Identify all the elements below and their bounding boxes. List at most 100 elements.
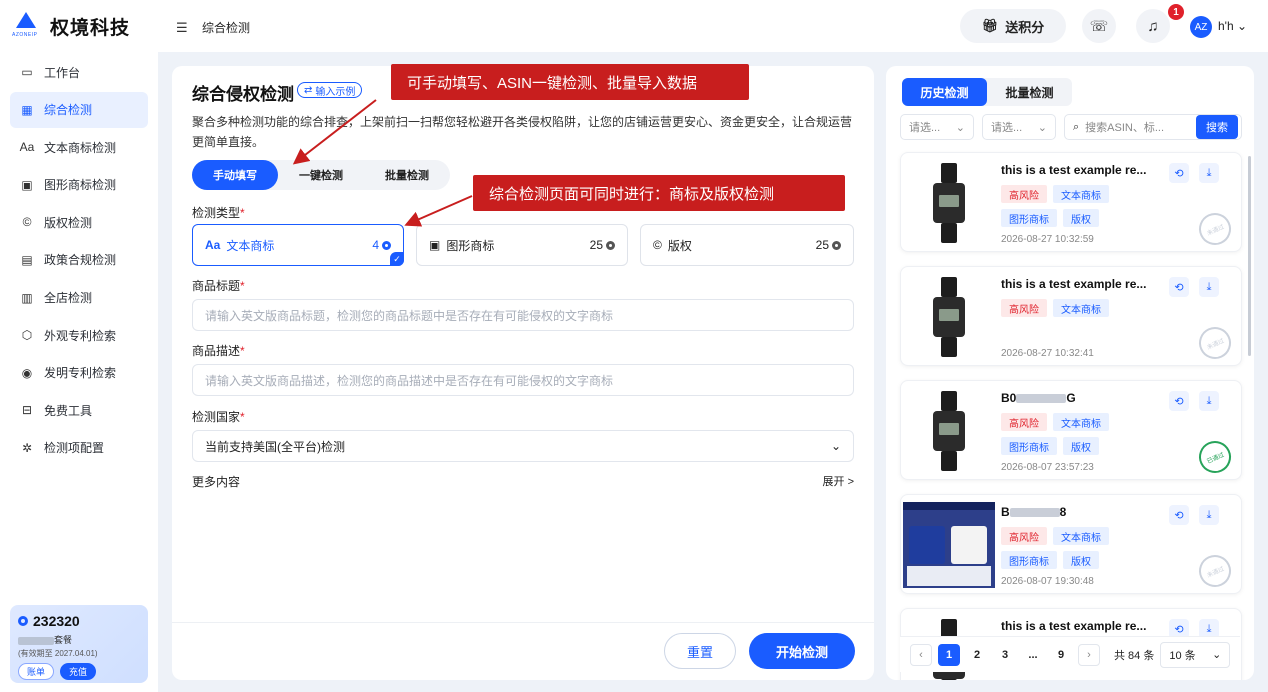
- page-title: 综合检测: [202, 21, 251, 35]
- page-ellipsis[interactable]: ...: [1022, 644, 1044, 666]
- tab-one-click[interactable]: 一键检测: [278, 160, 364, 190]
- type-tag: 文本商标: [1053, 299, 1109, 317]
- brand-name: 权境科技: [50, 17, 131, 39]
- sidebar-item-workbench[interactable]: ▭ 工作台: [10, 54, 148, 90]
- recharge-button[interactable]: 充值: [60, 663, 97, 680]
- product-desc-input[interactable]: 请输入英文版商品描述，检测您的商品描述中是否存在有可能侵权的文字商标: [192, 364, 854, 396]
- account-expiry: (有效期至 2027.04.01): [18, 649, 98, 658]
- tab-manual[interactable]: 手动填写: [192, 160, 278, 190]
- download-icon[interactable]: ⤓: [1199, 505, 1219, 525]
- type-card-image[interactable]: ▣ 图形商标 25: [416, 224, 628, 266]
- image-icon: ▣: [429, 238, 441, 252]
- product-desc-label: 商品描述*: [192, 344, 245, 358]
- account-card: 232320 套餐 (有效期至 2027.04.01) 账单 充值: [10, 605, 148, 683]
- country-select[interactable]: 当前支持美国(全平台)检测 ⌄: [192, 430, 854, 462]
- prev-page-button[interactable]: ‹: [910, 643, 932, 666]
- example-button[interactable]: ⇄ 输入示例: [297, 82, 363, 98]
- next-page-button[interactable]: ›: [1078, 643, 1100, 666]
- history-record[interactable]: this is a test example re... 高风险 文本商标 20…: [900, 266, 1242, 366]
- bell-icon: ♫: [1147, 17, 1159, 35]
- product-title-input[interactable]: 请输入英文版商品标题，检测您的商品标题中是否存在有可能侵权的文字商标: [192, 299, 854, 331]
- type-card-text[interactable]: Aa 文本商标 4 ✓: [192, 224, 404, 266]
- type-tag: 图形商标: [1001, 209, 1057, 227]
- record-time: 2026-08-27 10:32:41: [1001, 348, 1094, 359]
- tab-batch-history[interactable]: 批量检测: [987, 78, 1072, 106]
- type-tag: 文本商标: [1053, 413, 1109, 431]
- bulb-icon: ◉: [21, 365, 33, 380]
- more-content-row: 更多内容 展开 >: [192, 473, 854, 490]
- phone-icon: ☏: [1089, 18, 1109, 35]
- brand-logo[interactable]: AZONEIP 权境科技: [12, 12, 130, 40]
- redetect-icon[interactable]: ⟲: [1169, 277, 1189, 297]
- sidebar-item-free-tools[interactable]: ⊟ 免费工具: [10, 392, 148, 428]
- tab-history[interactable]: 历史检测: [902, 78, 987, 106]
- risk-tag: 高风险: [1001, 413, 1047, 431]
- record-title: this is a test example re...: [1001, 619, 1147, 633]
- history-record[interactable]: B0 G 高风险 文本商标 图形商标 版权 2026-08-07 23:57:23…: [900, 380, 1242, 480]
- chevron-down-icon: ⌄: [830, 439, 841, 453]
- product-title-label: 商品标题*: [192, 279, 245, 293]
- expand-button[interactable]: 展开 >: [823, 473, 854, 490]
- redetect-icon[interactable]: ⟲: [1169, 391, 1189, 411]
- settings-icon: ✲: [21, 440, 33, 455]
- page-2[interactable]: 2: [966, 644, 988, 666]
- sidebar-item-config[interactable]: ✲ 检测项配置: [10, 430, 148, 466]
- watch-image: [933, 277, 965, 357]
- chevron-down-icon: ⌄: [1037, 121, 1047, 134]
- monitor-icon: ▭: [21, 65, 33, 79]
- history-scrollbar[interactable]: [1248, 156, 1251, 356]
- sidebar-item-comprehensive[interactable]: ▦ 综合检测: [10, 91, 148, 128]
- page-size-select[interactable]: 10 条 ⌄: [1160, 641, 1231, 668]
- history-tabs: 历史检测 批量检测: [902, 78, 1072, 106]
- sidebar-item-text-trademark[interactable]: Aa 文本商标检测: [10, 129, 148, 165]
- chevron-down-icon: ⌄: [1236, 19, 1248, 33]
- filter-select-1[interactable]: 请选... ⌄: [900, 114, 974, 140]
- sidebar-item-invention-patent[interactable]: ◉ 发明专利检索: [10, 355, 148, 391]
- history-record[interactable]: B8 高风险 文本商标 图形商标 版权 2026-08-07 19:30:48 …: [900, 494, 1242, 594]
- page-9[interactable]: 9: [1050, 644, 1072, 666]
- type-card-copyright[interactable]: © 版权 25: [640, 224, 854, 266]
- record-time: 2026-08-27 10:32:59: [1001, 234, 1094, 245]
- type-tag: 文本商标: [1053, 185, 1109, 203]
- download-icon[interactable]: ⤓: [1199, 163, 1219, 183]
- status-stamp: 未通过: [1193, 549, 1237, 593]
- footer-divider: [172, 622, 874, 623]
- redetect-icon[interactable]: ⟲: [1169, 163, 1189, 183]
- user-menu[interactable]: h'h ⌄: [1218, 19, 1247, 33]
- sidebar-item-image-trademark[interactable]: ▣ 图形商标检测: [10, 167, 148, 203]
- gift-points-button[interactable]: 🎁︎ 送积分: [960, 9, 1066, 43]
- sidebar-item-copyright[interactable]: © 版权检测: [10, 204, 148, 240]
- top-bar: ☰ 综合检测 🎁︎ 送积分 ☏ ♫ 1 AZ h'h ⌄: [158, 0, 1268, 52]
- sidebar-item-design-patent[interactable]: ⬡ 外观专利检索: [10, 317, 148, 353]
- image-icon: ▣: [21, 177, 33, 192]
- store-icon: ▥: [21, 290, 33, 305]
- sidebar-item-store[interactable]: ▥ 全店检测: [10, 280, 148, 316]
- phone-button[interactable]: ☏: [1082, 9, 1116, 43]
- search-button[interactable]: 搜索: [1196, 115, 1238, 139]
- main-description: 聚合多种检测功能的综合排查，上架前扫一扫帮您轻松避开各类侵权陷阱，让您的店铺运营…: [192, 115, 853, 149]
- notification-button[interactable]: ♫: [1136, 9, 1170, 43]
- menu-toggle-icon[interactable]: ☰: [176, 20, 188, 36]
- record-title: B8: [1001, 505, 1067, 519]
- copyright-icon: ©: [653, 238, 662, 252]
- download-icon[interactable]: ⤓: [1199, 277, 1219, 297]
- type-label: 检测类型*: [192, 206, 245, 220]
- reset-button[interactable]: 重置: [664, 633, 736, 669]
- policy-icon: ▤: [21, 252, 33, 267]
- avatar[interactable]: AZ: [1190, 16, 1212, 38]
- type-tag: 版权: [1063, 209, 1099, 227]
- filter-select-2[interactable]: 请选... ⌄: [982, 114, 1056, 140]
- page-3[interactable]: 3: [994, 644, 1016, 666]
- start-detection-button[interactable]: 开始检测: [749, 633, 855, 669]
- sidebar-item-policy[interactable]: ▤ 政策合规检测: [10, 242, 148, 278]
- download-icon[interactable]: ⤓: [1199, 391, 1219, 411]
- watch-image: [933, 391, 965, 471]
- history-record[interactable]: this is a test example re... 高风险 文本商标 图形…: [900, 152, 1242, 252]
- tab-batch[interactable]: 批量检测: [364, 160, 450, 190]
- refresh-icon: ⇄: [304, 84, 313, 96]
- status-stamp: 未通过: [1193, 207, 1237, 251]
- history-panel: 历史检测 批量检测 请选... ⌄ 请选... ⌄ ⌕ 搜索ASIN、标... 搜索 …: [886, 66, 1254, 680]
- bill-button[interactable]: 账单: [18, 663, 55, 680]
- redetect-icon[interactable]: ⟲: [1169, 505, 1189, 525]
- page-1[interactable]: 1: [938, 643, 960, 666]
